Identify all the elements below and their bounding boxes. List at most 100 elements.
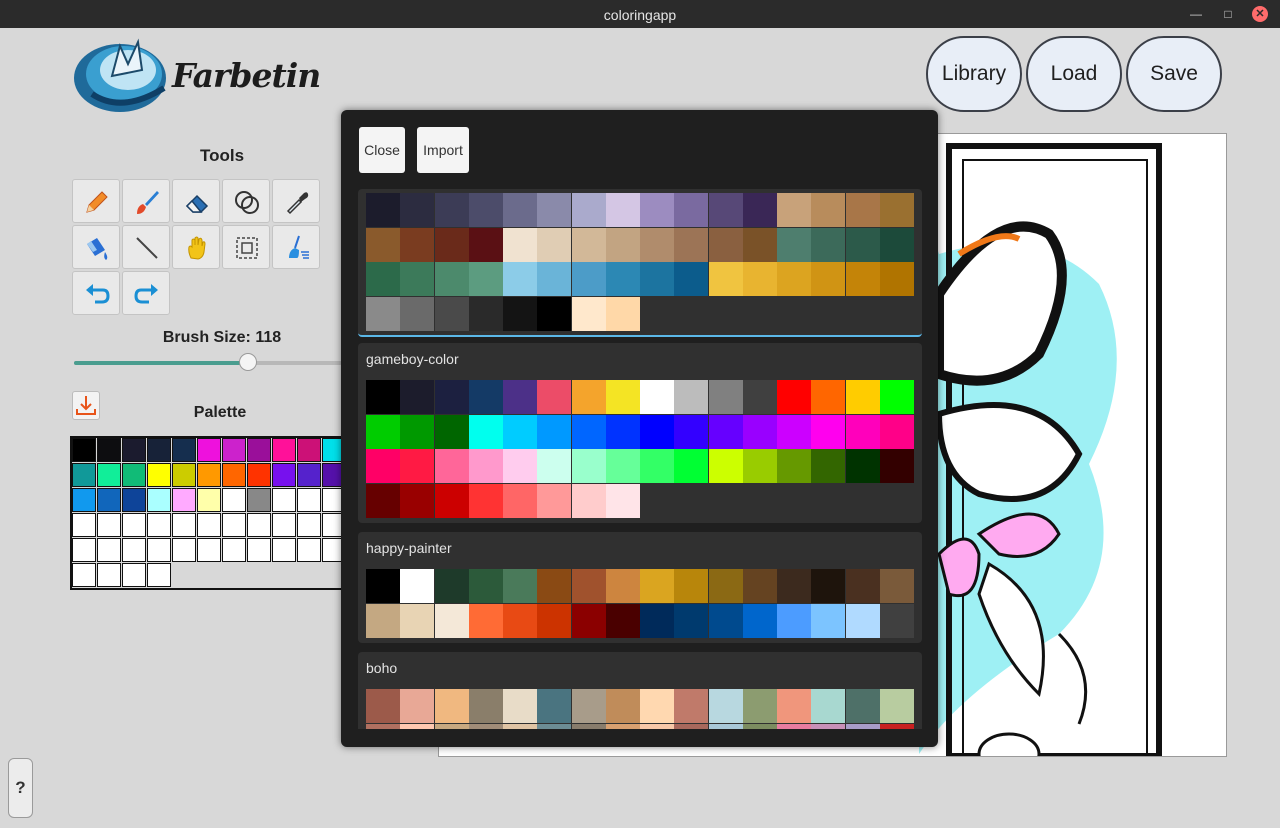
palette-swatch[interactable] xyxy=(400,483,435,518)
palette-swatch[interactable] xyxy=(708,414,743,449)
palette-color-swatch[interactable] xyxy=(172,438,196,462)
palette-swatch[interactable] xyxy=(811,689,846,723)
palette-swatch[interactable] xyxy=(605,193,640,227)
brush-size-slider-thumb[interactable] xyxy=(239,353,258,371)
palette-swatch[interactable] xyxy=(366,449,400,483)
palette-swatch[interactable] xyxy=(640,603,674,638)
palette-color-swatch[interactable] xyxy=(97,488,121,512)
palette-swatch[interactable] xyxy=(434,569,469,603)
palette-swatch[interactable] xyxy=(366,689,400,723)
palette-color-swatch[interactable] xyxy=(122,563,146,587)
palette-swatch[interactable] xyxy=(742,414,777,449)
palette-swatch[interactable] xyxy=(674,723,709,729)
palette-swatch[interactable] xyxy=(777,380,811,414)
palette-swatch[interactable] xyxy=(366,723,400,729)
palette-swatch[interactable] xyxy=(879,227,914,262)
palette-swatch[interactable] xyxy=(366,296,400,331)
palette-color-swatch[interactable] xyxy=(72,513,96,537)
palette-swatch[interactable] xyxy=(742,380,777,414)
palette-swatch[interactable] xyxy=(537,262,572,296)
palette-color-swatch[interactable] xyxy=(122,463,146,487)
palette-swatch[interactable] xyxy=(366,193,400,227)
palette-swatch[interactable] xyxy=(400,193,435,227)
palette-swatch[interactable] xyxy=(742,689,777,723)
palette-swatch[interactable] xyxy=(742,227,777,262)
palette-color-swatch[interactable] xyxy=(172,463,196,487)
palette-color-swatch[interactable] xyxy=(322,513,342,537)
palette-swatch[interactable] xyxy=(366,262,400,296)
palette-swatch[interactable] xyxy=(674,262,709,296)
palette-swatch[interactable] xyxy=(468,193,503,227)
palette-swatch[interactable] xyxy=(400,414,435,449)
undo-button[interactable] xyxy=(72,271,120,315)
palette-list[interactable]: gameboy-color happy-painter boho xyxy=(358,189,923,729)
palette-swatch[interactable] xyxy=(879,380,914,414)
modal-close-button[interactable]: Close xyxy=(359,127,405,173)
palette-swatch[interactable] xyxy=(879,689,914,723)
palette-swatch[interactable] xyxy=(366,483,400,518)
palette-color-swatch[interactable] xyxy=(222,538,246,562)
palette-swatch[interactable] xyxy=(742,569,777,603)
palette-card-happy-painter[interactable]: happy-painter xyxy=(358,532,922,643)
palette-color-swatch[interactable] xyxy=(172,538,196,562)
palette-swatch[interactable] xyxy=(811,193,846,227)
palette-color-swatch[interactable] xyxy=(322,463,342,487)
blend-tool[interactable] xyxy=(222,179,270,223)
palette-color-swatch[interactable] xyxy=(197,538,221,562)
palette-swatch[interactable] xyxy=(571,296,606,331)
palette-swatch[interactable] xyxy=(434,380,469,414)
palette-color-swatch[interactable] xyxy=(172,513,196,537)
palette-swatch[interactable] xyxy=(503,723,537,729)
palette-color-swatch[interactable] xyxy=(247,538,271,562)
eyedropper-tool[interactable] xyxy=(272,179,320,223)
palette-swatch[interactable] xyxy=(571,414,606,449)
palette-swatch[interactable] xyxy=(640,227,674,262)
palette-swatch[interactable] xyxy=(537,227,572,262)
palette-swatch[interactable] xyxy=(571,227,606,262)
palette-swatch[interactable] xyxy=(605,483,640,518)
palette-color-swatch[interactable] xyxy=(297,513,321,537)
select-tool[interactable] xyxy=(222,225,270,269)
palette-swatch[interactable] xyxy=(845,262,880,296)
palette-swatch[interactable] xyxy=(605,296,640,331)
palette-swatch[interactable] xyxy=(503,483,537,518)
palette-swatch[interactable] xyxy=(742,449,777,483)
palette-swatch[interactable] xyxy=(503,227,537,262)
clear-tool[interactable] xyxy=(272,225,320,269)
palette-swatch[interactable] xyxy=(434,603,469,638)
palette-swatch[interactable] xyxy=(571,380,606,414)
palette-swatch[interactable] xyxy=(468,449,503,483)
palette-swatch[interactable] xyxy=(468,483,503,518)
palette-color-swatch[interactable] xyxy=(197,488,221,512)
palette-swatch[interactable] xyxy=(537,193,572,227)
palette-swatch[interactable] xyxy=(537,380,572,414)
palette-swatch[interactable] xyxy=(708,262,743,296)
palette-swatch[interactable] xyxy=(468,569,503,603)
palette-swatch[interactable] xyxy=(503,569,537,603)
palette-color-swatch[interactable] xyxy=(122,438,146,462)
palette-color-swatch[interactable] xyxy=(272,463,296,487)
redo-button[interactable] xyxy=(122,271,170,315)
palette-color-swatch[interactable] xyxy=(272,538,296,562)
palette-swatch[interactable] xyxy=(845,227,880,262)
palette-color-swatch[interactable] xyxy=(297,463,321,487)
palette-swatch[interactable] xyxy=(571,193,606,227)
palette-swatch[interactable] xyxy=(640,414,674,449)
palette-swatch[interactable] xyxy=(879,723,914,729)
palette-swatch[interactable] xyxy=(468,296,503,331)
palette-swatch[interactable] xyxy=(777,449,811,483)
palette-color-swatch[interactable] xyxy=(197,438,221,462)
palette-color-swatch[interactable] xyxy=(222,438,246,462)
palette-swatch[interactable] xyxy=(434,296,469,331)
palette-swatch[interactable] xyxy=(845,689,880,723)
palette-swatch[interactable] xyxy=(605,723,640,729)
palette-swatch[interactable] xyxy=(366,569,400,603)
palette-color-swatch[interactable] xyxy=(247,513,271,537)
palette-swatch[interactable] xyxy=(879,193,914,227)
palette-download-button[interactable] xyxy=(72,391,100,420)
brush-tool[interactable] xyxy=(122,179,170,223)
palette-swatch[interactable] xyxy=(400,723,435,729)
palette-swatch[interactable] xyxy=(742,262,777,296)
palette-color-swatch[interactable] xyxy=(147,538,171,562)
palette-swatch[interactable] xyxy=(503,296,537,331)
